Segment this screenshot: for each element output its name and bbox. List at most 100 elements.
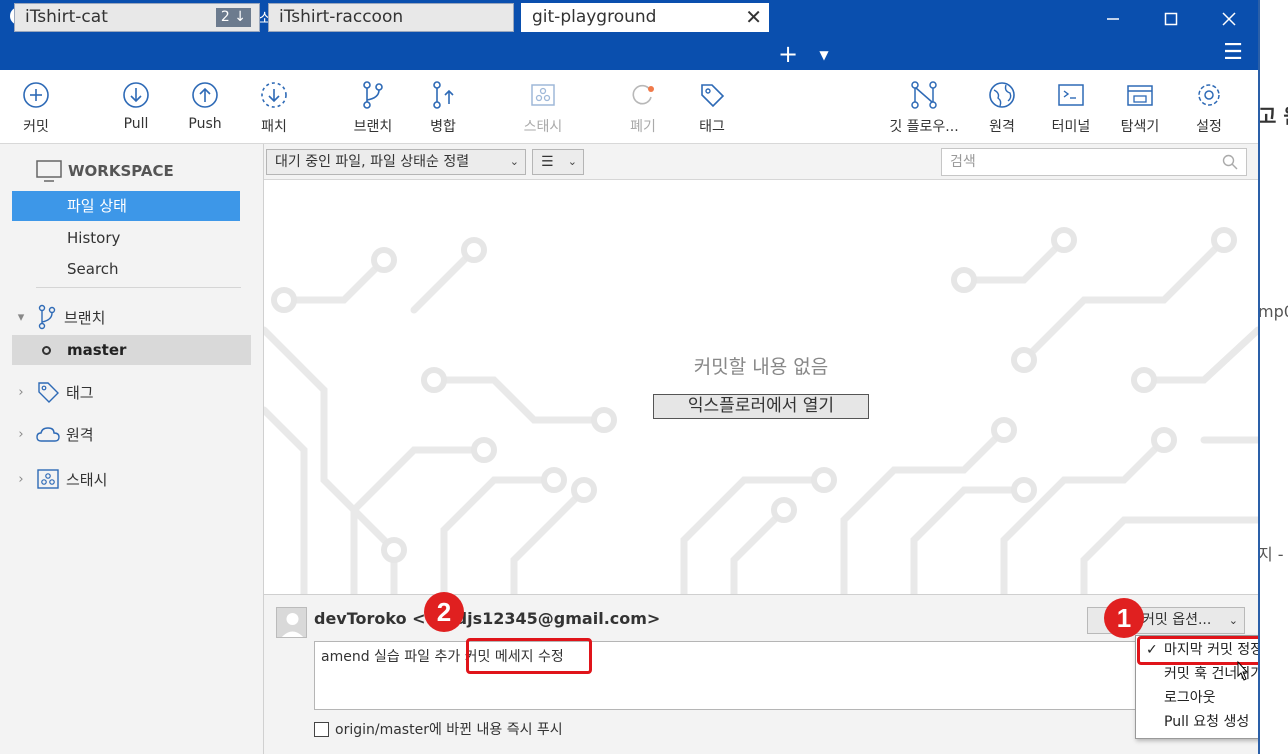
- file-filter-bar: 대기 중인 파일, 파일 상태순 정렬 ⌄ ☰ ⌄ 검색: [264, 144, 1258, 180]
- stashes-label: 스태시: [66, 470, 108, 489]
- settings-button[interactable]: 설정: [1174, 78, 1244, 136]
- merge-label: 병합: [430, 119, 456, 135]
- commit-button[interactable]: 커밋: [1, 78, 71, 136]
- circuit-background-pattern: [264, 227, 1258, 594]
- tag-label: 태그: [699, 119, 725, 135]
- tag-button[interactable]: 태그: [677, 78, 747, 136]
- commit-author: devToroko <toddjs12345@gmail.com>: [314, 609, 661, 628]
- commit-label: 커밋: [23, 119, 49, 135]
- sidebar-divider: [36, 287, 241, 288]
- empty-state-message: 커밋할 내용 없음: [693, 356, 829, 378]
- search-icon: [1222, 154, 1238, 170]
- branch-name: master: [67, 341, 127, 359]
- commit-plus-icon: [23, 82, 49, 108]
- tab-dropdown-icon[interactable]: ▼: [814, 38, 834, 70]
- tab-close-icon[interactable]: ✕: [745, 4, 762, 31]
- terminal-label: 터미널: [1051, 119, 1091, 135]
- globe-icon: [989, 82, 1015, 108]
- tab-label: iTshirt-cat: [25, 7, 108, 27]
- tab-itshirt-raccoon[interactable]: iTshirt-raccoon: [268, 3, 514, 32]
- sidebar-item-file-status[interactable]: 파일 상태: [12, 191, 240, 221]
- settings-label: 설정: [1196, 119, 1222, 135]
- pull-label: Pull: [123, 116, 149, 132]
- staging-area: 커밋할 내용 없음 익스플로러에서 열기: [264, 180, 1258, 594]
- background-text: 지 -: [1258, 545, 1284, 564]
- tag-icon: [701, 84, 725, 108]
- chevron-down-icon: ⌄: [567, 155, 577, 168]
- chevron-right-icon: ›: [18, 427, 24, 442]
- branch-button[interactable]: 브랜치: [338, 78, 408, 136]
- gear-icon: [1198, 84, 1220, 106]
- patch-label: 패치: [261, 119, 287, 135]
- avatar: [276, 607, 307, 638]
- toolbar: 커밋 Pull Push 패치 브랜치 병합 스태시 폐기 태그 깃 플로우..…: [0, 70, 1258, 144]
- push-arrow-up-icon: [192, 82, 218, 108]
- explorer-label: 탐색기: [1120, 119, 1160, 135]
- patch-icon: [261, 82, 287, 108]
- mouse-cursor-icon: [1237, 660, 1249, 681]
- git-flow-button[interactable]: 깃 플로우...: [881, 78, 967, 136]
- step-badge-1: 1: [1104, 598, 1144, 638]
- git-flow-label: 깃 플로우...: [889, 119, 959, 135]
- push-immediately-row[interactable]: origin/master에 바뀐 내용 즉시 푸시: [314, 719, 563, 739]
- pull-button[interactable]: Pull: [101, 78, 171, 132]
- explorer-button[interactable]: 탐색기: [1105, 78, 1175, 136]
- sidebar-group-tags[interactable]: › 태그: [12, 380, 94, 404]
- merge-icon: [433, 81, 454, 109]
- commit-options-label: 커밋 옵션...: [1142, 612, 1212, 628]
- tab-git-playground[interactable]: git-playground ✕: [521, 3, 769, 32]
- monitor-icon: [36, 160, 62, 182]
- minimize-icon[interactable]: [1084, 0, 1142, 38]
- list-view-icon: ☰: [541, 154, 554, 170]
- window-controls: [1084, 0, 1258, 38]
- cloud-icon: [36, 426, 60, 442]
- remote-button[interactable]: 원격: [967, 78, 1037, 136]
- merge-button[interactable]: 병합: [408, 78, 478, 136]
- branch-icon: [363, 81, 383, 109]
- branches-label: 브랜치: [64, 308, 106, 327]
- folder-icon: [1127, 85, 1153, 106]
- stash-icon: [531, 84, 555, 106]
- discard-label: 폐기: [630, 119, 656, 135]
- push-immediately-label: origin/master에 바뀐 내용 즉시 푸시: [335, 722, 563, 738]
- step-badge-2: 2: [424, 592, 464, 632]
- push-immediately-checkbox[interactable]: [314, 721, 329, 737]
- view-mode-select[interactable]: ☰ ⌄: [532, 149, 584, 175]
- terminal-icon: [1058, 84, 1084, 106]
- push-button[interactable]: Push: [170, 78, 240, 132]
- open-in-explorer-button[interactable]: 익스플로러에서 열기: [653, 394, 869, 419]
- tags-label: 태그: [66, 383, 94, 402]
- sidebar-group-branches[interactable]: ▾ 브랜치: [12, 304, 105, 330]
- chevron-right-icon: ›: [18, 471, 24, 487]
- hamburger-menu-icon[interactable]: ☰: [1218, 38, 1248, 70]
- close-icon[interactable]: [1200, 0, 1258, 38]
- sort-select-value: 대기 중인 파일, 파일 상태순 정렬: [275, 154, 470, 170]
- workspace-header: WORKSPACE: [36, 160, 174, 182]
- search-input[interactable]: 검색: [941, 148, 1247, 176]
- sidebar-group-remotes[interactable]: › 원격: [12, 424, 94, 445]
- discard-icon: [632, 84, 654, 105]
- commit-message-input[interactable]: amend 실습 파일 추가 커밋 메세지 수정: [314, 641, 1194, 710]
- patch-button[interactable]: 패치: [239, 78, 309, 136]
- sidebar-group-stashes[interactable]: › 스태시: [12, 468, 107, 490]
- remotes-label: 원격: [66, 426, 94, 444]
- terminal-button[interactable]: 터미널: [1036, 78, 1106, 136]
- branch-label: 브랜치: [353, 119, 393, 135]
- sidebar-item-master-branch[interactable]: master: [12, 335, 251, 365]
- remote-label: 원격: [989, 119, 1015, 135]
- sidebar-item-search[interactable]: Search: [12, 254, 240, 284]
- new-tab-icon[interactable]: +: [776, 38, 800, 70]
- pull-arrow-down-icon: [123, 82, 149, 108]
- stash-icon: [37, 469, 59, 489]
- tab-itshirt-cat[interactable]: iTshirt-cat 2 ↓: [14, 3, 260, 32]
- chevron-down-icon: ⌄: [1228, 614, 1238, 627]
- workspace-label: WORKSPACE: [68, 162, 174, 180]
- sort-select[interactable]: 대기 중인 파일, 파일 상태순 정렬 ⌄: [266, 149, 526, 175]
- push-label: Push: [188, 116, 222, 132]
- background-text: 고 원: [1258, 104, 1288, 128]
- stash-button[interactable]: 스태시: [508, 78, 578, 136]
- maximize-icon[interactable]: [1142, 0, 1200, 38]
- discard-button[interactable]: 폐기: [608, 78, 678, 136]
- sidebar-item-history[interactable]: History: [12, 223, 240, 253]
- branch-icon: [38, 304, 56, 330]
